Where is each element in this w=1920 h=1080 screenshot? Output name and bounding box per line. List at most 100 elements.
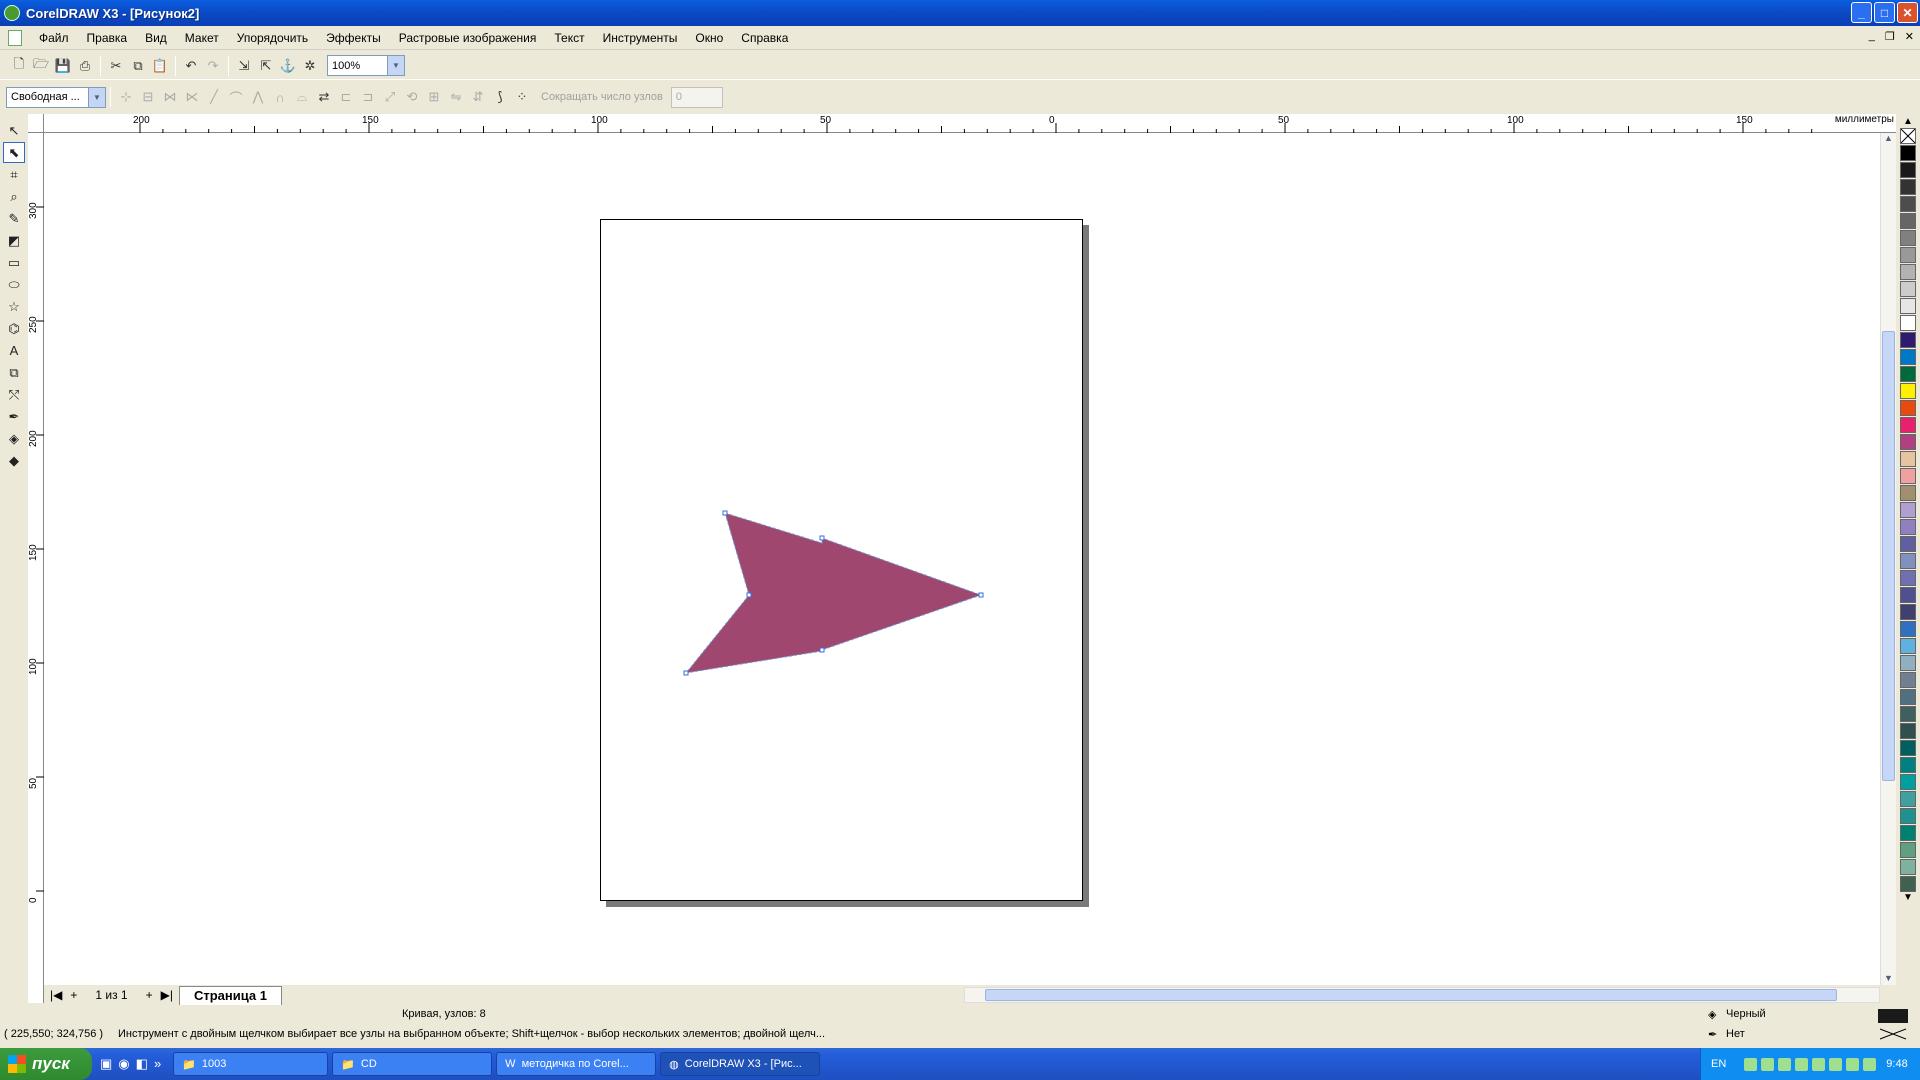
- task-folder-cd[interactable]: 📁 CD: [332, 1052, 493, 1076]
- align-nodes-icon[interactable]: ⊞: [423, 86, 445, 108]
- cusp-node-icon[interactable]: ⋀: [247, 86, 269, 108]
- palette-swatch[interactable]: [1900, 723, 1916, 739]
- vertical-ruler[interactable]: 300 250 200 150 100 50 0: [28, 133, 44, 1003]
- pick-tool-icon[interactable]: ↖: [3, 120, 25, 141]
- menu-tools[interactable]: Инструменты: [594, 31, 687, 45]
- palette-swatch[interactable]: [1900, 672, 1916, 688]
- close-button[interactable]: ✕: [1897, 2, 1918, 23]
- palette-swatch[interactable]: [1900, 570, 1916, 586]
- palette-swatch[interactable]: [1900, 281, 1916, 297]
- palette-swatch[interactable]: [1900, 859, 1916, 875]
- task-coreldraw[interactable]: ◍ CorelDRAW X3 - [Рис...: [660, 1052, 821, 1076]
- palette-swatch[interactable]: [1900, 519, 1916, 535]
- palette-swatch[interactable]: [1900, 604, 1916, 620]
- menu-window[interactable]: Окно: [686, 31, 732, 45]
- task-folder-1003[interactable]: 📁 1003: [173, 1052, 329, 1076]
- export-icon[interactable]: ⇱: [255, 55, 277, 77]
- print-icon[interactable]: ⎙: [74, 55, 96, 77]
- palette-swatch[interactable]: [1900, 842, 1916, 858]
- zoom-tool-icon[interactable]: ⌕: [3, 186, 25, 207]
- save-icon[interactable]: 💾: [52, 55, 74, 77]
- palette-swatch[interactable]: [1900, 162, 1916, 178]
- select-all-nodes-icon[interactable]: ⁘: [511, 86, 533, 108]
- symmetric-node-icon[interactable]: ⌓: [291, 86, 313, 108]
- page-tab[interactable]: Страница 1: [178, 985, 282, 1005]
- palette-swatch[interactable]: [1900, 638, 1916, 654]
- horizontal-scroll-thumb[interactable]: [985, 989, 1837, 1001]
- palette-swatch[interactable]: [1900, 383, 1916, 399]
- smooth-node-icon[interactable]: ∩: [269, 86, 291, 108]
- palette-swatch[interactable]: [1900, 825, 1916, 841]
- palette-swatch[interactable]: [1900, 451, 1916, 467]
- undo-icon[interactable]: ↶: [180, 55, 202, 77]
- palette-swatch[interactable]: [1900, 417, 1916, 433]
- scroll-up-icon[interactable]: ▲: [1881, 133, 1896, 143]
- palette-scroll-down-icon[interactable]: ▼: [1903, 892, 1913, 903]
- reflect-nodes-icon[interactable]: ⇋: [445, 86, 467, 108]
- tray-icon-8[interactable]: [1863, 1057, 1877, 1071]
- interactive-fill-tool-icon[interactable]: ◆: [3, 450, 25, 471]
- palette-swatch[interactable]: [1900, 264, 1916, 280]
- menu-view[interactable]: Вид: [136, 31, 176, 45]
- redo-icon[interactable]: ↷: [202, 55, 224, 77]
- palette-swatch[interactable]: [1900, 332, 1916, 348]
- palette-scroll-up-icon[interactable]: ▲: [1903, 116, 1913, 127]
- menu-file[interactable]: Файл: [30, 31, 78, 45]
- palette-swatch[interactable]: [1900, 145, 1916, 161]
- palette-swatch[interactable]: [1900, 179, 1916, 195]
- palette-swatch[interactable]: [1900, 740, 1916, 756]
- palette-swatch[interactable]: [1900, 298, 1916, 314]
- drawing-canvas[interactable]: [44, 133, 1880, 985]
- palette-swatch[interactable]: [1900, 655, 1916, 671]
- palette-swatch[interactable]: [1900, 349, 1916, 365]
- palette-swatch[interactable]: [1900, 808, 1916, 824]
- to-line-icon[interactable]: ╱: [203, 86, 225, 108]
- maximize-button[interactable]: □: [1874, 2, 1895, 23]
- app-launcher-icon[interactable]: ⚓: [277, 55, 299, 77]
- palette-swatch[interactable]: [1900, 230, 1916, 246]
- chevron-down-icon[interactable]: ▼: [88, 87, 105, 107]
- text-tool-icon[interactable]: A: [3, 340, 25, 361]
- palette-swatch[interactable]: [1900, 536, 1916, 552]
- delete-node-icon[interactable]: ⊟: [137, 86, 159, 108]
- vertical-scrollbar[interactable]: ▲ ▼: [1880, 133, 1896, 985]
- menu-arrange[interactable]: Упорядочить: [228, 31, 317, 45]
- curve-node[interactable]: [746, 592, 752, 598]
- cut-icon[interactable]: ✂: [105, 55, 127, 77]
- extract-subpath-icon[interactable]: ⊐: [357, 86, 379, 108]
- shape-tool-icon[interactable]: ⬉: [3, 142, 25, 163]
- break-curve-icon[interactable]: ⋉: [181, 86, 203, 108]
- palette-swatch[interactable]: [1900, 689, 1916, 705]
- menu-text[interactable]: Текст: [545, 31, 593, 45]
- horizontal-scrollbar[interactable]: [964, 987, 1880, 1003]
- add-node-icon[interactable]: ⊹: [115, 86, 137, 108]
- browser-launch-icon[interactable]: ◉: [118, 1056, 129, 1072]
- menu-edit[interactable]: Правка: [78, 31, 137, 45]
- corel-online-icon[interactable]: ✲: [299, 55, 321, 77]
- palette-swatch[interactable]: [1900, 213, 1916, 229]
- join-nodes-icon[interactable]: ⋈: [159, 86, 181, 108]
- document-icon[interactable]: [8, 29, 22, 46]
- tray-icon-2[interactable]: [1761, 1057, 1775, 1071]
- menu-effects[interactable]: Эффекты: [317, 31, 390, 45]
- new-icon[interactable]: 🗋: [8, 55, 30, 77]
- palette-swatch[interactable]: [1900, 315, 1916, 331]
- vertical-scroll-thumb[interactable]: [1882, 331, 1895, 781]
- excel-launch-icon[interactable]: ▣: [100, 1056, 112, 1072]
- palette-swatch[interactable]: [1900, 587, 1916, 603]
- interactive-blend-tool-icon[interactable]: ⧉: [3, 362, 25, 383]
- app-launch-icon[interactable]: ◧: [136, 1056, 148, 1072]
- stretch-nodes-icon[interactable]: ⤢: [379, 86, 401, 108]
- palette-swatch[interactable]: [1900, 502, 1916, 518]
- curve-node[interactable]: [819, 535, 825, 541]
- smart-fill-tool-icon[interactable]: ◩: [3, 230, 25, 251]
- polygon-tool-icon[interactable]: ☆: [3, 296, 25, 317]
- palette-swatch[interactable]: [1900, 706, 1916, 722]
- curve-node[interactable]: [722, 510, 728, 516]
- palette-swatch[interactable]: [1900, 485, 1916, 501]
- palette-swatch[interactable]: [1900, 791, 1916, 807]
- fill-tool-icon[interactable]: ◈: [3, 428, 25, 449]
- task-word-document[interactable]: W методичка по Corel...: [496, 1052, 657, 1076]
- paste-icon[interactable]: 📋: [149, 55, 171, 77]
- palette-swatch[interactable]: [1900, 366, 1916, 382]
